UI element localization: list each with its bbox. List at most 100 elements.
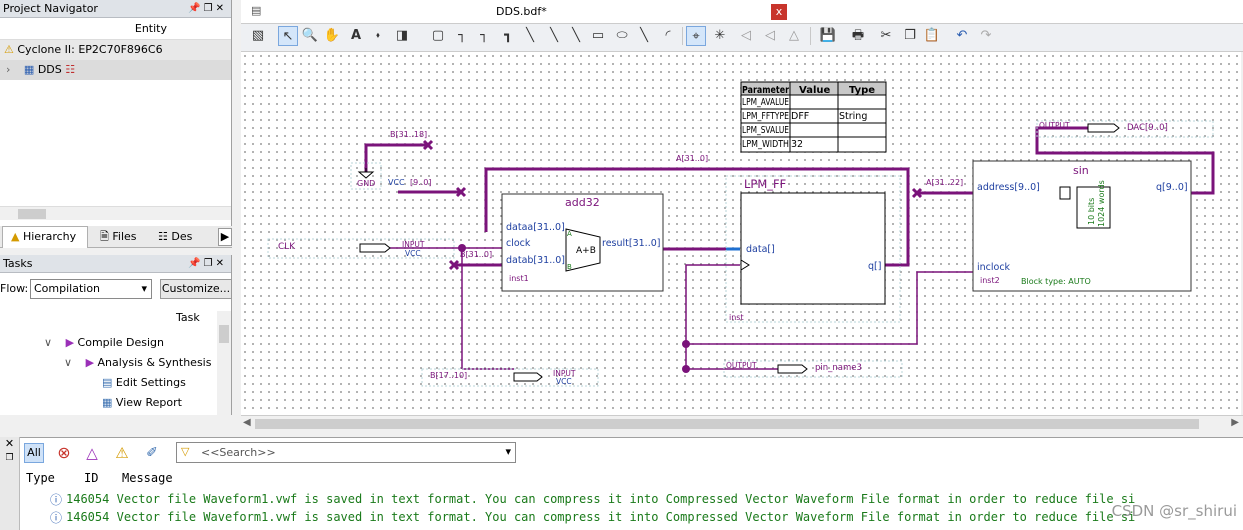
design-units-tab-icon: ☷ [158, 230, 168, 243]
lpm-ff-block[interactable]: LPM_FF data[] q[] inst [725, 175, 901, 323]
report-icon: ▦ [102, 396, 113, 409]
column-message[interactable]: Message [122, 471, 173, 485]
add32-block[interactable]: add32 dataa[31..0] clock datab[31..0] re… [501, 193, 664, 292]
device-label: Cyclone II: EP2C70F896C6 [17, 43, 163, 56]
sin-rom-block[interactable]: sin address[9..0] q[9..0] inclock inst2 … [972, 160, 1192, 292]
message-id: 146054 [66, 510, 110, 524]
device-row[interactable]: ⚠ Cyclone II: EP2C70F896C6 [0, 40, 231, 60]
vcc-symbol-label: VCC [388, 178, 405, 187]
param-header-type: Type [849, 85, 875, 96]
scroll-right-icon[interactable]: ▶ [1231, 417, 1239, 428]
toolbar-separator [810, 27, 811, 45]
nav-hscrollbar[interactable] [0, 206, 231, 220]
chevron-down-icon[interactable]: ▾ [505, 445, 511, 458]
arc-tool-icon[interactable]: ◜ [658, 26, 678, 46]
sin-inclock-port: inclock [977, 262, 1011, 273]
orthogonal-conduit-icon[interactable]: ┓ [498, 26, 518, 46]
task-analysis-synthesis[interactable]: ∨ ▶ Analysis & Synthesis [64, 353, 211, 373]
entity-column-header[interactable]: Entity [0, 18, 231, 40]
tab-files[interactable]: 🗎 Files [100, 226, 137, 248]
task-column-header[interactable]: Task [176, 311, 200, 324]
tab-design-units-label: Des [171, 230, 193, 243]
task-compile-design[interactable]: ∨ ▶ Compile Design [44, 333, 164, 353]
tabs-scroll-right-button[interactable]: ▶ [218, 228, 232, 246]
panel-window-icons[interactable]: 📌❐✕ [188, 0, 227, 17]
clk-vcc: VCC [405, 249, 421, 258]
canvas-hscrollbar[interactable]: ◀ ▶ [241, 415, 1243, 432]
block-tool-icon[interactable]: ▢ [428, 26, 448, 46]
cut-icon[interactable]: ✂ [876, 26, 896, 46]
hierarchy-tab-icon: ▲ [11, 230, 20, 243]
save-icon[interactable]: 💾 [818, 26, 838, 46]
filter-error-icon[interactable]: ⊗ [54, 443, 74, 463]
tab-design-units[interactable]: ☷ Des [158, 226, 192, 248]
rubberbanding-icon[interactable]: ⌖ [686, 26, 706, 46]
customize-button-label: Customize... [161, 282, 231, 295]
filter-critical-icon[interactable]: △ [82, 443, 102, 463]
tab-files-label: Files [112, 230, 137, 243]
tasks-vscrollbar[interactable] [217, 311, 231, 415]
parameter-table[interactable]: Parameter Value Type LPM_AVALUE LPM_FFTY… [740, 81, 887, 153]
column-id[interactable]: ID [84, 471, 98, 485]
messages-pin-icon[interactable]: ❐ [0, 451, 19, 465]
orthogonal-node-icon[interactable]: ┐ [452, 26, 472, 46]
expand-chevron-icon[interactable]: › [6, 63, 10, 76]
dac-output-pin[interactable]: OUTPUT DAC[9..0] [1036, 120, 1214, 138]
task-edit-settings[interactable]: ▤ Edit Settings [102, 373, 186, 393]
pin-tool-icon[interactable]: ◨ [392, 26, 412, 46]
sin-q-port: q[9..0] [1156, 182, 1188, 193]
filter-all-button[interactable]: All [24, 443, 44, 463]
message-search-box[interactable]: ▽ <<Search>> ▾ [176, 442, 516, 463]
flow-row: Flow: Compilation ▾ Customize... [0, 279, 232, 301]
project-navigator-title: Project Navigator 📌❐✕ [0, 0, 231, 18]
scroll-left-icon[interactable]: ◀ [243, 417, 251, 428]
flow-select-value: Compilation [34, 282, 101, 295]
orthogonal-bus-icon[interactable]: ┐ [474, 26, 494, 46]
print-icon[interactable]: 🖶 [848, 26, 868, 46]
redo-icon[interactable]: ↷ [976, 26, 996, 46]
gnd-label: GND [357, 179, 375, 188]
settings-icon: ▤ [102, 376, 113, 389]
flow-select[interactable]: Compilation ▾ [30, 279, 152, 299]
diagonal-bus-icon[interactable]: ╲ [544, 26, 564, 46]
detach-icon[interactable]: ▧ [248, 26, 268, 46]
text-tool-icon[interactable]: A [346, 26, 366, 46]
column-type[interactable]: Type [26, 471, 55, 485]
zoom-tool-icon[interactable]: 🔍 [300, 26, 320, 46]
undo-icon[interactable]: ↶ [952, 26, 972, 46]
toolbar-separator [682, 27, 683, 45]
rom-words-label: 1024 words [1097, 180, 1106, 227]
top-entity-label: DDS [37, 63, 62, 76]
b17-10-label: B[17..10] [430, 371, 467, 380]
rectangle-tool-icon[interactable]: ▭ [588, 26, 608, 46]
flip-horizontal-icon[interactable]: ◁ [736, 26, 756, 46]
collapse-chevron-icon[interactable]: ∨ [64, 356, 72, 369]
customize-button[interactable]: Customize... [160, 279, 232, 299]
diagonal-conduit-icon[interactable]: ╲ [566, 26, 586, 46]
filter-warning-icon[interactable]: ⚠ [112, 443, 132, 463]
messages-close-icon[interactable]: ✕ [0, 437, 19, 451]
tasks-window-icons[interactable]: 📌❐✕ [188, 255, 227, 272]
pin-name3-output-pin[interactable]: OUTPUT pin_name3 [723, 360, 903, 378]
close-document-button[interactable]: x [771, 4, 787, 20]
diagonal-node-icon[interactable]: ╲ [520, 26, 540, 46]
message-row-text: 146054 Vector file Waveform1.vwf is save… [66, 508, 1135, 526]
task-view-report[interactable]: ▦ View Report [102, 393, 182, 413]
filter-suppress-icon[interactable]: ✐ [142, 443, 162, 463]
top-entity-row[interactable]: › ▦ DDS ☷ [0, 60, 231, 80]
info-icon: ⓘ [50, 493, 63, 507]
copy-icon[interactable]: ❐ [900, 26, 920, 46]
collapse-chevron-icon[interactable]: ∨ [44, 336, 52, 349]
line-tool-icon[interactable]: ╲ [634, 26, 654, 46]
hand-tool-icon[interactable]: ✋ [322, 26, 342, 46]
flip-vertical-icon[interactable]: ◁ [760, 26, 780, 46]
symbol-tool-icon[interactable]: ⬪ [368, 26, 388, 46]
tab-hierarchy[interactable]: ▲ Hierarchy [2, 226, 88, 248]
rotate-icon[interactable]: △ [784, 26, 804, 46]
ellipse-tool-icon[interactable]: ⬭ [612, 26, 632, 46]
add32-clock-port: clock [506, 238, 531, 249]
paste-icon[interactable]: 📋 [922, 26, 942, 46]
partial-line-select-icon[interactable]: ✳ [710, 26, 730, 46]
select-tool-icon[interactable]: ↖ [278, 26, 298, 46]
task-column-label: Task [176, 311, 200, 324]
